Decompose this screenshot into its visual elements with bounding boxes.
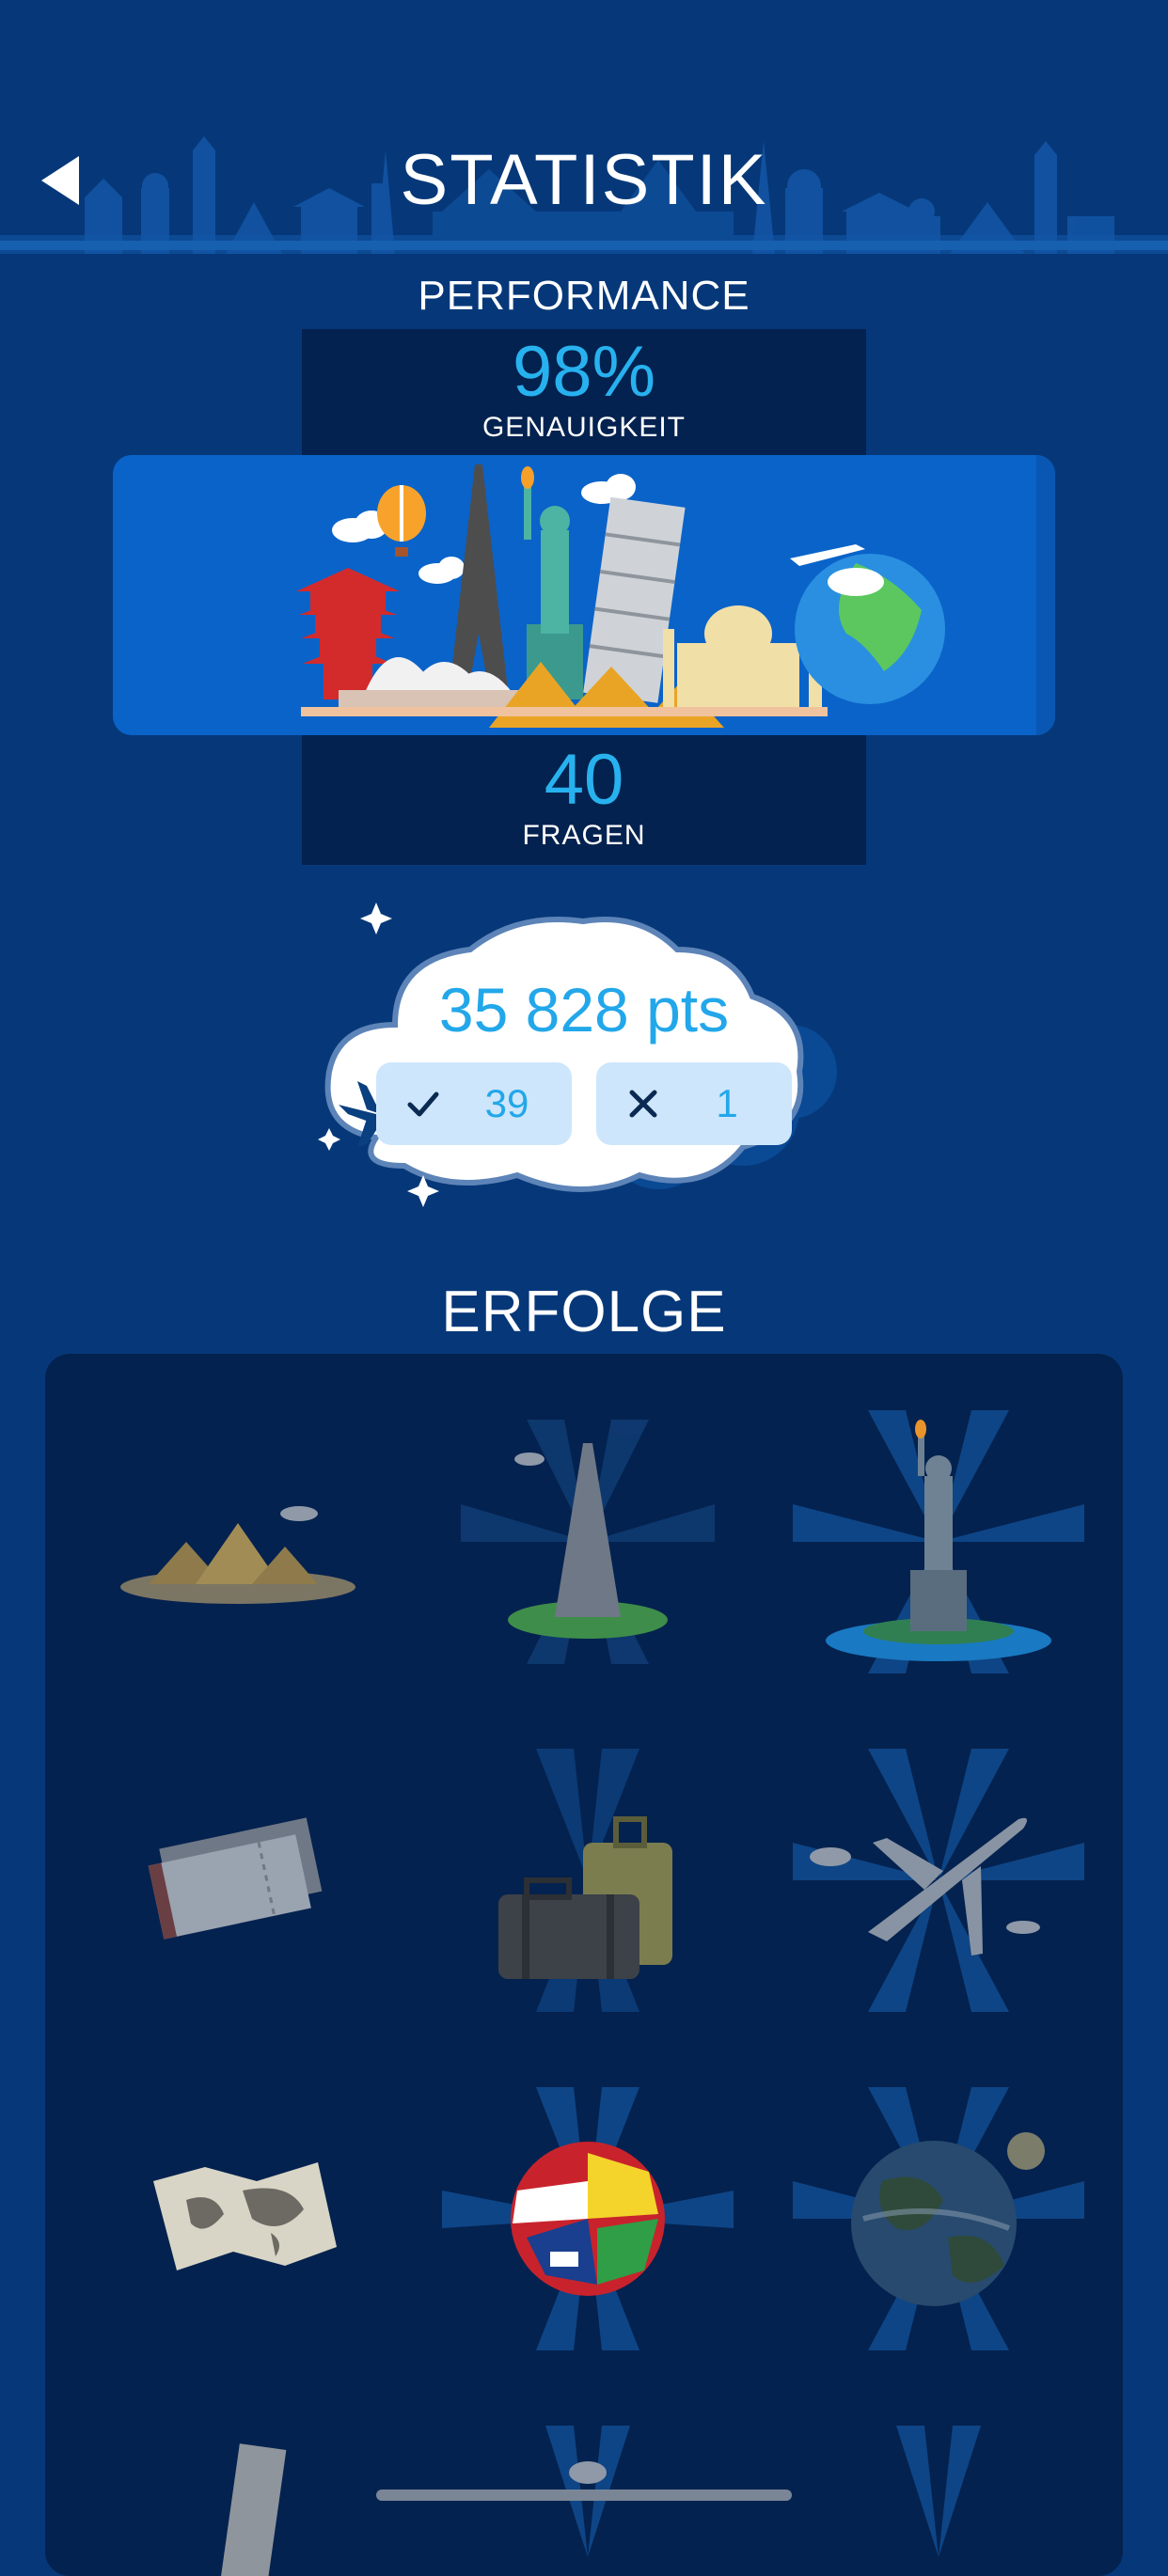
- achievement-locked-6[interactable]: [783, 2416, 1094, 2576]
- achievement-flag-globe[interactable]: [433, 2078, 743, 2360]
- accuracy-box: 98% GENAUIGKEIT: [302, 329, 866, 457]
- achievement-leaning-tower[interactable]: [83, 2416, 393, 2576]
- achievement-airplane[interactable]: [783, 1739, 1094, 2021]
- performance-title: PERFORMANCE: [418, 273, 750, 319]
- wrong-count: 1: [716, 1081, 738, 1125]
- page-title: STATISTIK: [400, 140, 768, 220]
- landmarks-banner: [113, 455, 1055, 735]
- achievements-panel: [45, 1354, 1123, 2576]
- home-indicator[interactable]: [376, 2490, 792, 2501]
- header: STATISTIK: [0, 0, 1168, 256]
- achievement-world-map[interactable]: [83, 2078, 393, 2360]
- checkmark-icon: [407, 1092, 439, 1117]
- questions-label: FRAGEN: [522, 820, 646, 851]
- achievement-suitcases[interactable]: [433, 1739, 743, 2021]
- achievement-earth[interactable]: [783, 2078, 1094, 2360]
- achievement-statue-of-liberty[interactable]: [783, 1401, 1094, 1683]
- score-points: 35 828 pts: [438, 975, 730, 1045]
- questions-box: 40 FRAGEN: [302, 735, 866, 865]
- achievement-tickets[interactable]: [83, 1739, 393, 2021]
- correct-answers-chip: 39: [376, 1062, 572, 1145]
- achievements-title: ERFOLGE: [441, 1280, 727, 1344]
- cross-icon: [629, 1090, 657, 1118]
- world-landmarks-illustration: [296, 464, 945, 728]
- accuracy-label: GENAUIGKEIT: [481, 412, 687, 443]
- correct-count: 39: [484, 1081, 529, 1125]
- wrong-answers-chip: 1: [596, 1062, 792, 1145]
- achievement-pyramids[interactable]: [83, 1401, 393, 1683]
- achievement-eiffel-tower[interactable]: [433, 1401, 743, 1683]
- questions-value: 40: [544, 740, 624, 820]
- accuracy-value: 98%: [512, 332, 656, 412]
- header-divider: [0, 241, 1168, 250]
